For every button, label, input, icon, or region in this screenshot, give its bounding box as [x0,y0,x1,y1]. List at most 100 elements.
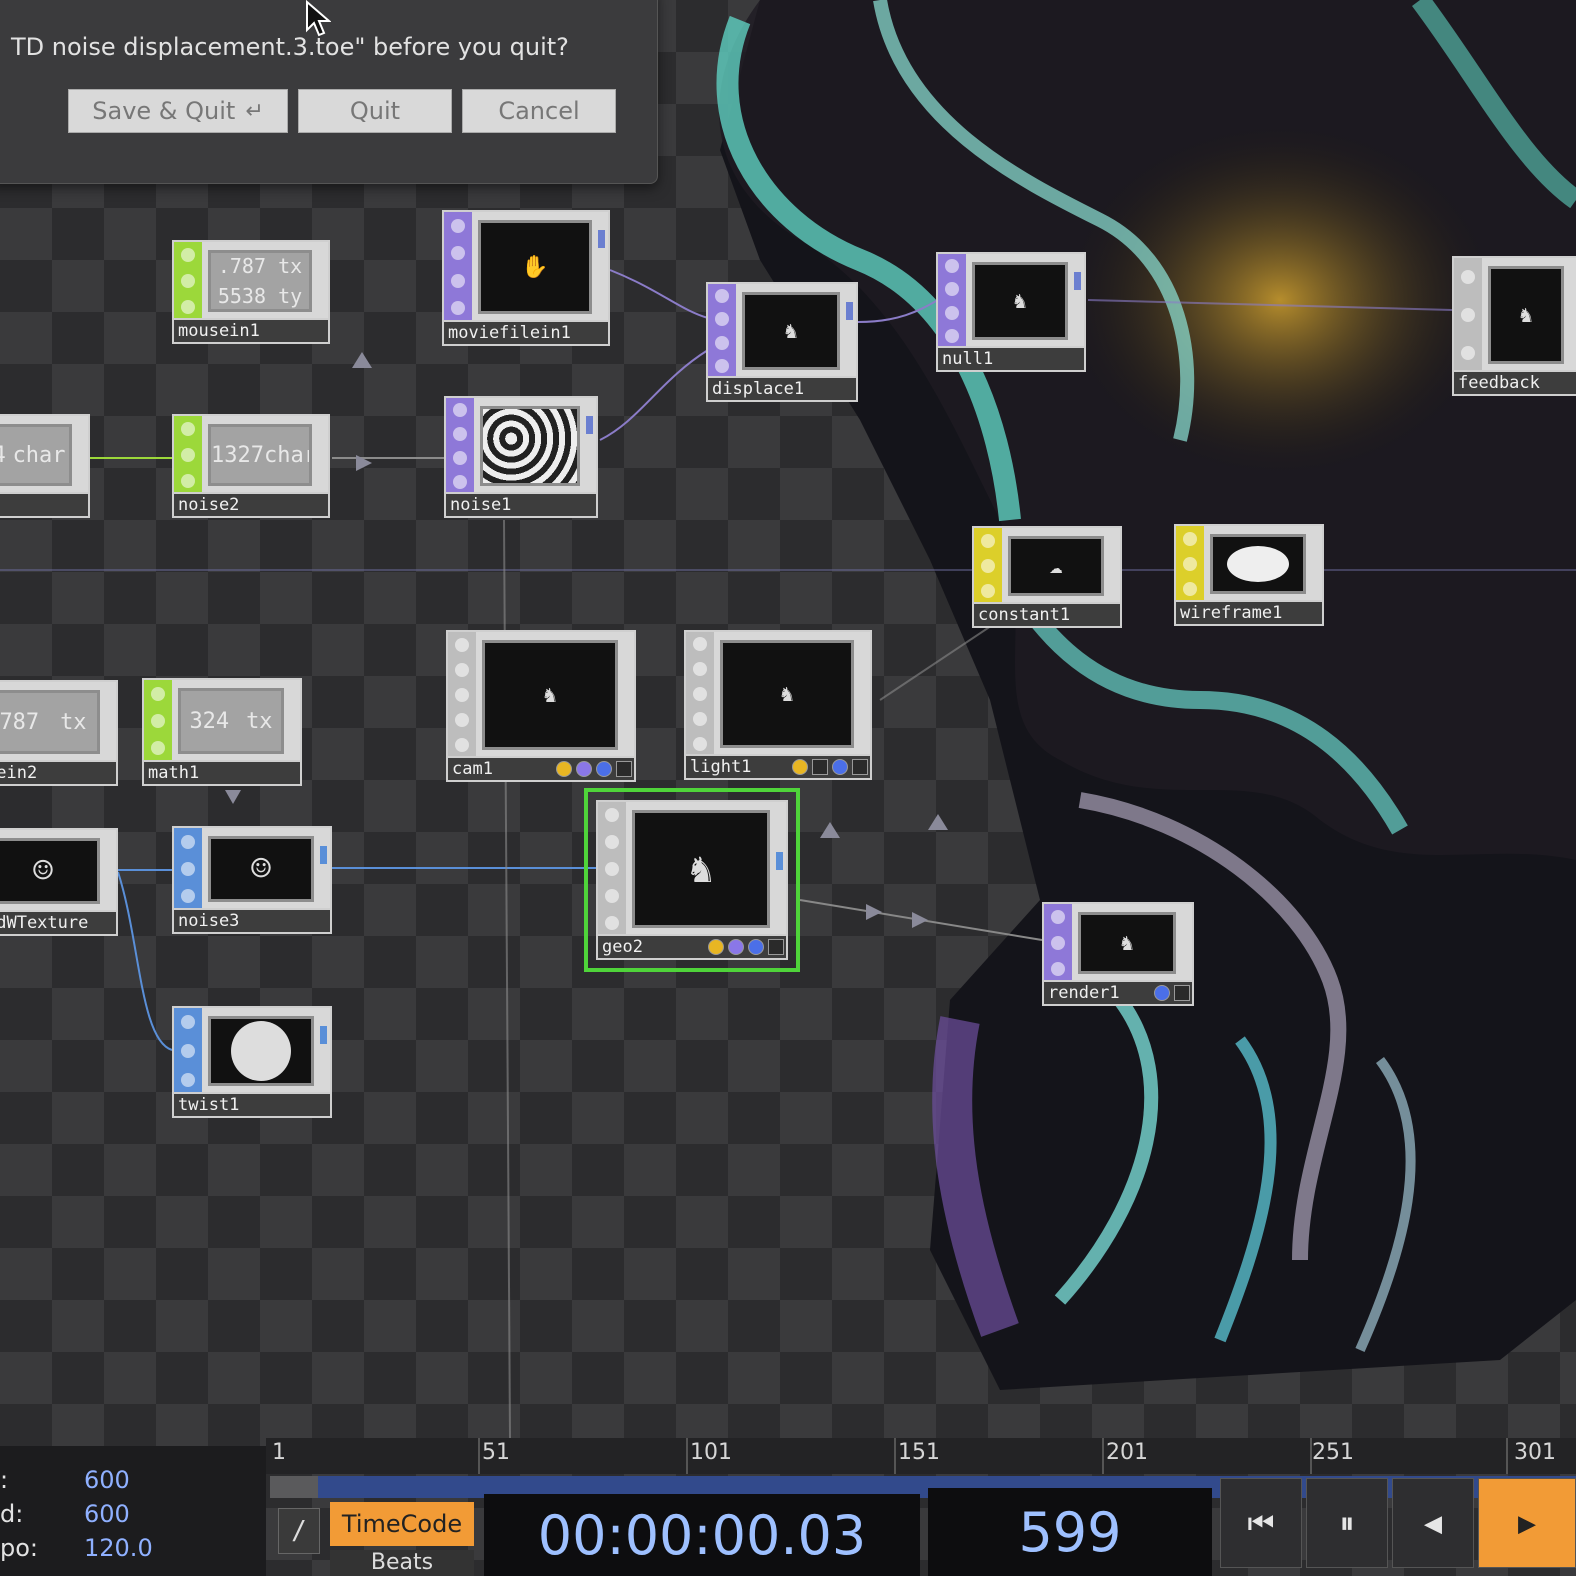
quit-button[interactable]: Quit [298,89,452,133]
node-label[interactable]: math1 [144,760,300,784]
save-and-quit-button[interactable]: Save & Quit ↵ [68,89,288,133]
chop-viewer: .787 tx 5538 ty [208,250,312,312]
rewind-button[interactable]: ⏮ [1220,1478,1302,1568]
ruler-label: 301 [1514,1440,1556,1465]
node-strip [446,398,474,494]
node-twist1[interactable]: twist1 [172,1006,332,1118]
statue-thumbnail-icon: ☺ [32,851,54,891]
node-label[interactable]: noise2 [174,492,328,516]
top-viewer [480,406,580,486]
ruler-label: 151 [898,1440,940,1465]
output-connector[interactable] [1074,272,1081,290]
output-connector[interactable] [846,302,853,320]
range-start-handle[interactable] [270,1476,318,1498]
tempo-value[interactable]: 120.0 [84,1534,153,1562]
timeline-ruler[interactable]: 1 51 101 151 201 251 301 [266,1438,1576,1474]
ruler-label: 51 [482,1440,510,1465]
sphere-thumbnail-icon [1227,546,1289,582]
node-strip [1454,258,1482,372]
node-label[interactable]: displace1 [708,376,856,400]
node-feedback[interactable]: ♞ feedback [1452,256,1576,396]
figure-thumbnail-icon: ♞ [688,846,714,892]
figure-thumbnail-icon: ♞ [1013,288,1027,314]
node-strip [174,828,202,910]
node-label[interactable]: mousein1 [174,318,328,342]
figure-thumbnail-icon: ♞ [1120,930,1134,956]
node-strip [174,1008,202,1094]
node-noise-left[interactable]: 4 char [0,414,90,518]
node-label[interactable]: constant1 [974,602,1120,626]
comp-viewer: ♞ [482,640,618,750]
node-label[interactable]: idWTexture [0,910,116,934]
node-moviefilein1[interactable]: ✋ moviefilein1 [442,210,610,346]
rend-value[interactable]: 600 [84,1500,130,1528]
node-label[interactable] [0,492,88,516]
node-render1[interactable]: ♞ render1 [1042,902,1194,1006]
ruler-label: 251 [1312,1440,1354,1465]
node-flags[interactable] [556,761,632,777]
node-noise3[interactable]: ☺ noise3 [172,826,332,934]
node-flags[interactable] [708,939,784,955]
node-strip [1044,904,1072,982]
output-connector[interactable] [320,1026,327,1044]
node-label[interactable]: wireframe1 [1176,600,1322,624]
shape-thumbnail-icon: ☁ [1049,553,1063,579]
node-label[interactable]: moviefilein1 [444,320,608,344]
node-wireframe1[interactable]: wireframe1 [1174,524,1324,626]
node-noise1[interactable]: noise1 [444,396,598,518]
node-flags[interactable] [792,759,868,775]
beats-toggle[interactable]: Beats [330,1550,474,1576]
node-strip [1176,526,1204,602]
node-mousein1[interactable]: .787 tx 5538 ty mousein1 [172,240,330,344]
end-value[interactable]: 600 [84,1466,130,1494]
info-label: : [0,1466,9,1494]
output-connector[interactable] [776,852,783,870]
step-back-icon: ◀ [1423,1505,1443,1541]
node-constant1[interactable]: ☁ constant1 [972,526,1122,628]
play-button[interactable]: ▶ [1478,1478,1576,1568]
node-mousein2[interactable]: 787 tx sein2 [0,680,118,786]
return-key-icon: ↵ [245,98,264,124]
slash-toggle[interactable]: / [278,1508,320,1554]
node-label[interactable]: sein2 [0,760,116,784]
chan-value: 1327 [211,442,264,468]
node-strip [144,680,172,762]
network-editor[interactable]: TD noise displacement.3.toe" before you … [0,0,1576,1576]
chop-viewer: 4 char [0,424,72,486]
node-wires [0,269,1576,1439]
chan-name: tx [60,709,87,735]
node-label[interactable]: noise3 [174,908,330,932]
play-icon: ▶ [1517,1505,1537,1541]
timecode-display[interactable]: 00:00:00.03 [484,1494,920,1576]
node-strip [686,632,714,756]
node-light1[interactable]: ♞ light1 [684,630,872,780]
step-back-button[interactable]: ◀ [1392,1478,1474,1568]
figure-thumbnail-icon: ♞ [543,682,557,708]
node-cam1[interactable]: ♞ cam1 [446,630,636,782]
node-geo2[interactable]: ♞ geo2 [584,788,800,972]
node-noise2[interactable]: 1327 char noise2 [172,414,330,518]
sphere-thumbnail-icon [231,1021,291,1081]
sop-viewer: ☺ [208,836,314,902]
chan-name: char [12,442,66,468]
output-connector[interactable] [586,416,593,434]
top-viewer: ♞ [1078,912,1176,974]
timecode-toggle[interactable]: TimeCode [330,1502,474,1546]
info-label: d: [0,1500,24,1528]
node-flags[interactable] [1154,985,1190,1001]
node-label[interactable]: feedback [1454,370,1576,394]
top-viewer: ☺ [0,838,100,904]
node-strip [174,242,202,320]
cancel-button[interactable]: Cancel [462,89,616,133]
node-davidtexture[interactable]: ☺ idWTexture [0,828,118,936]
node-label[interactable]: twist1 [174,1092,330,1116]
node-label[interactable]: null1 [938,346,1084,370]
frame-display[interactable]: 599 [928,1488,1212,1576]
node-math1[interactable]: 324 tx math1 [142,678,302,786]
output-connector[interactable] [320,846,327,864]
node-displace1[interactable]: ♞ displace1 [706,282,858,402]
pause-button[interactable]: ⏸ [1306,1478,1388,1568]
output-connector[interactable] [598,230,605,248]
node-null1[interactable]: ♞ null1 [936,252,1086,372]
node-label[interactable]: noise1 [446,492,596,516]
